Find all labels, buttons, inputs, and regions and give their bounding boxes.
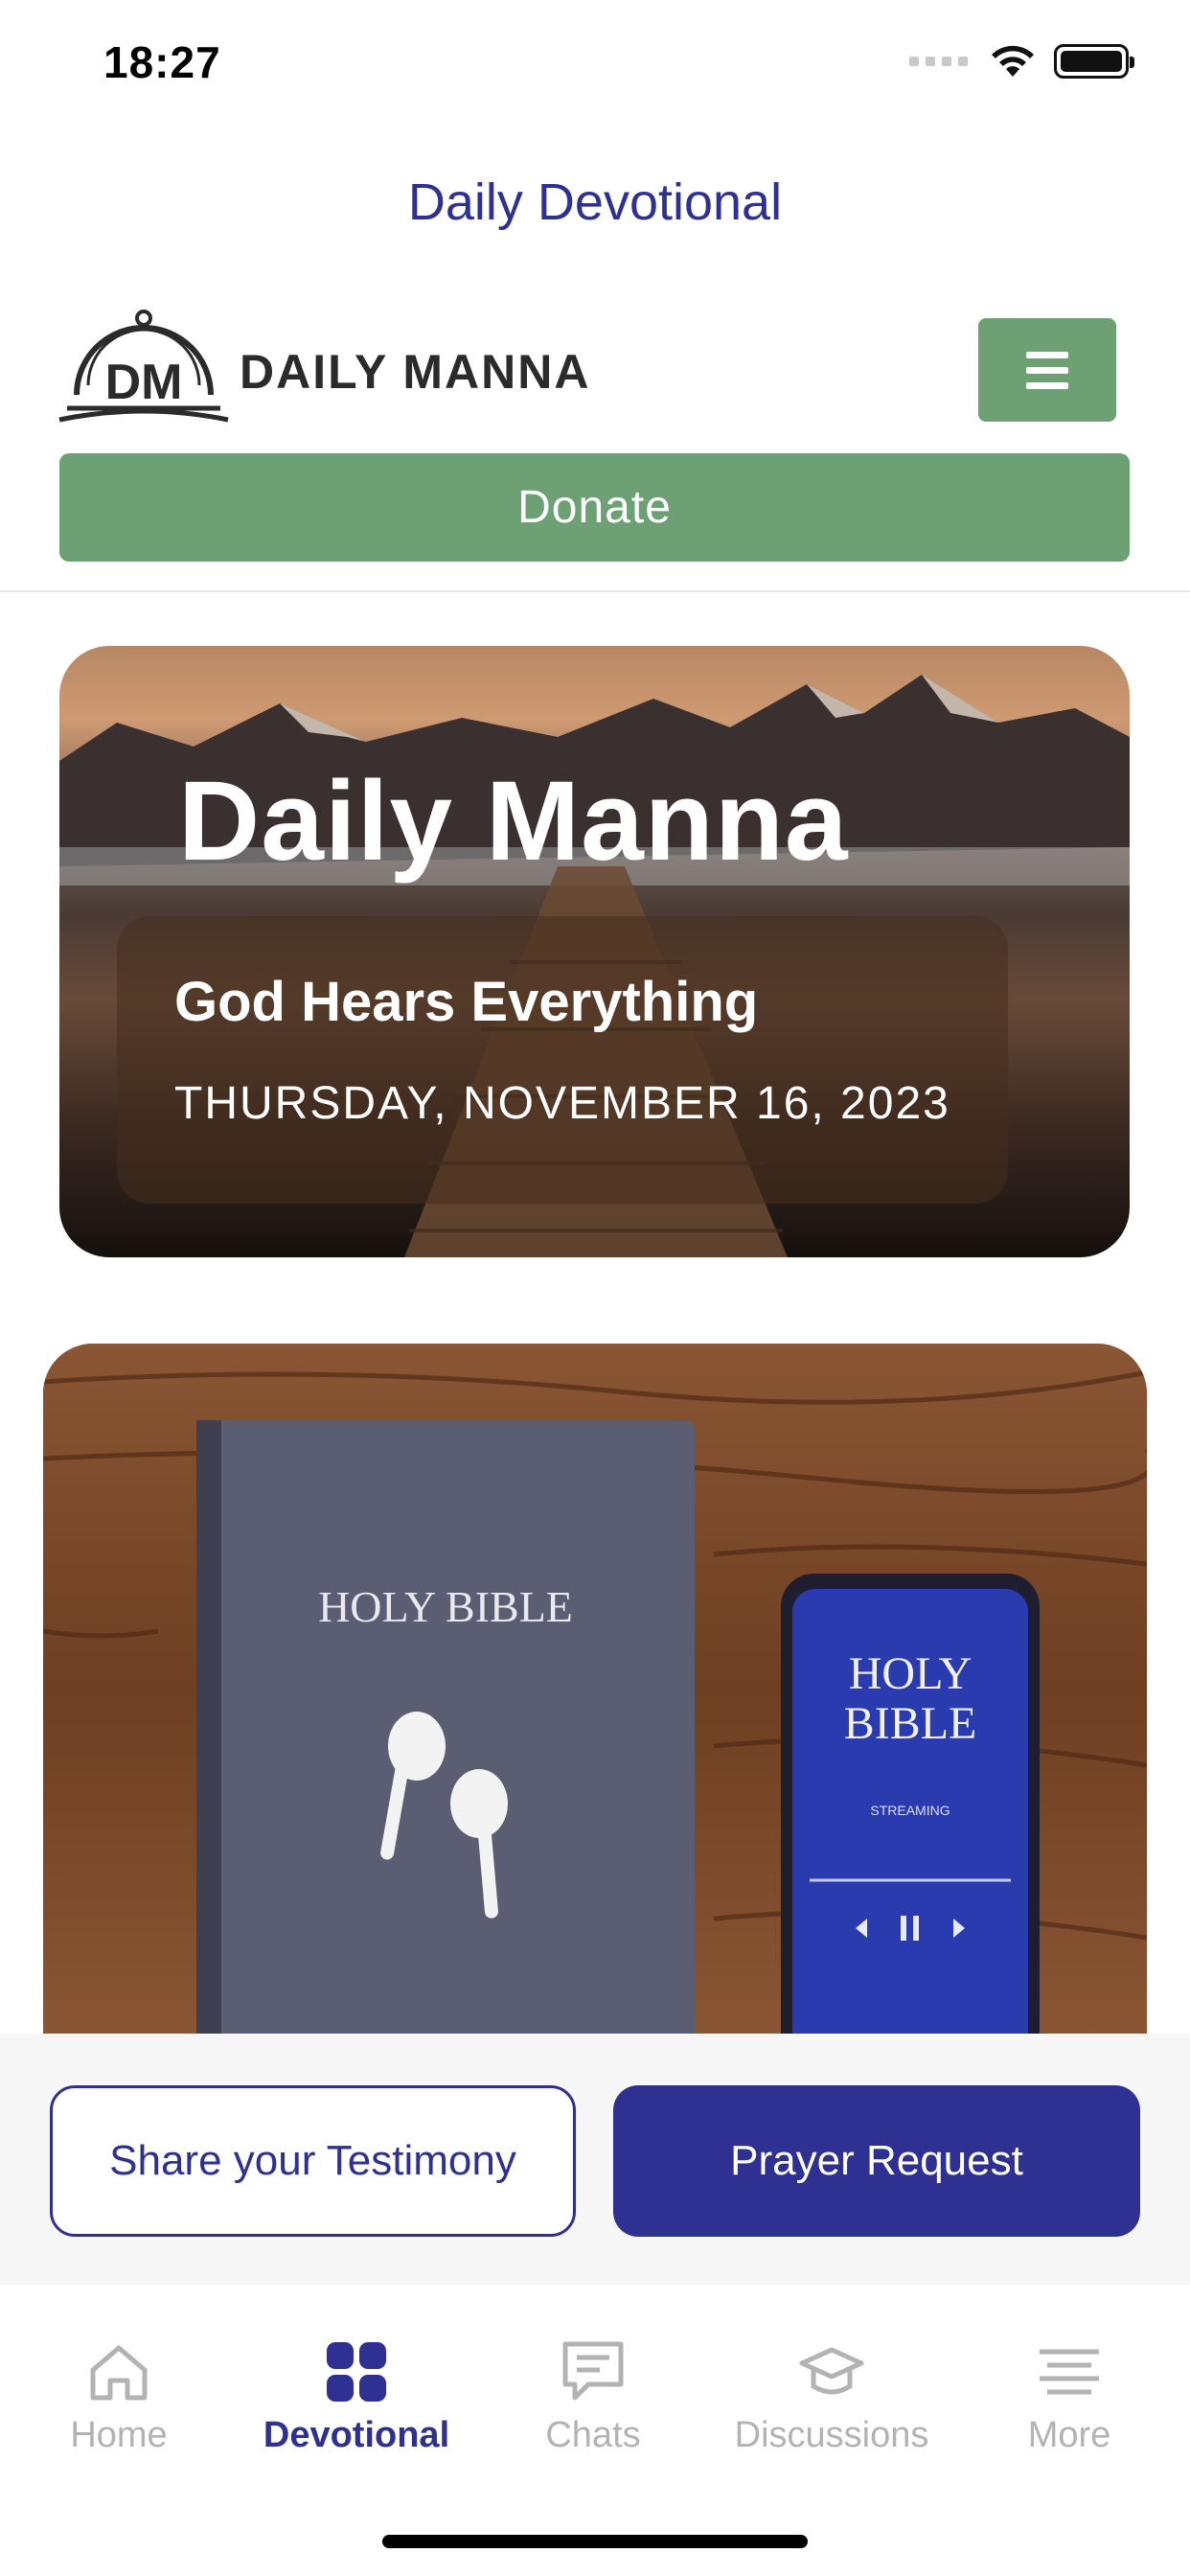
devotional-hero-card[interactable]: Daily Manna God Hears Everything THURSDA… bbox=[59, 646, 1130, 1257]
tab-label-discussions: Discussions bbox=[734, 2415, 929, 2455]
logo-mark-icon: DM bbox=[58, 310, 229, 423]
hero-text-overlay bbox=[117, 916, 1008, 1204]
cellular-signal-icon bbox=[909, 57, 968, 66]
hamburger-menu-button[interactable] bbox=[978, 318, 1116, 422]
bible-and-phone-image: HOLY BIBLE HOLY BIBLE STREAMING bbox=[43, 1344, 1147, 2034]
home-indicator bbox=[382, 2535, 808, 2548]
tab-more[interactable]: More bbox=[964, 2338, 1175, 2456]
grid-icon bbox=[327, 2342, 386, 2402]
tab-discussions[interactable]: Discussions bbox=[726, 2338, 937, 2456]
menu-lines-icon bbox=[1040, 2349, 1099, 2395]
phone-screen-text-2: BIBLE bbox=[844, 1698, 977, 1749]
daily-manna-logo: DM DAILY MANNA bbox=[57, 307, 590, 431]
tab-label-devotional: Devotional bbox=[263, 2415, 450, 2455]
prayer-request-button[interactable]: Prayer Request bbox=[613, 2085, 1140, 2237]
tab-label-home: Home bbox=[70, 2415, 168, 2455]
audio-bible-card[interactable]: HOLY BIBLE HOLY BIBLE STREAMING bbox=[43, 1344, 1147, 2034]
status-time: 18:27 bbox=[103, 37, 221, 87]
logo-mark-text: DM bbox=[105, 355, 183, 410]
phone-screen-status: STREAMING bbox=[870, 1803, 950, 1818]
tab-devotional[interactable]: Devotional bbox=[251, 2338, 462, 2456]
battery-icon bbox=[1054, 44, 1134, 79]
status-icons bbox=[909, 44, 1134, 79]
devotional-date: THURSDAY, NOVEMBER 16, 2023 bbox=[174, 1078, 950, 1129]
page-title: Daily Devotional bbox=[407, 173, 783, 231]
donate-button[interactable]: Donate bbox=[59, 453, 1130, 562]
home-icon bbox=[90, 2345, 148, 2401]
tab-label-more: More bbox=[1027, 2415, 1111, 2455]
share-testimony-button[interactable]: Share your Testimony bbox=[50, 2085, 576, 2237]
logo-text: DAILY MANNA bbox=[240, 345, 591, 399]
status-bar: 18:27 bbox=[0, 0, 1190, 134]
bible-cover-text: HOLY BIBLE bbox=[318, 1582, 573, 1631]
tab-home[interactable]: Home bbox=[13, 2338, 224, 2456]
wifi-icon bbox=[992, 45, 1034, 77]
tab-chats[interactable]: Chats bbox=[488, 2338, 698, 2456]
tab-label-chats: Chats bbox=[545, 2415, 641, 2455]
graduation-cap-icon bbox=[799, 2347, 864, 2395]
header-divider bbox=[0, 590, 1190, 592]
phone-screen-text-1: HOLY bbox=[849, 1648, 973, 1699]
devotional-title: God Hears Everything bbox=[174, 971, 759, 1033]
hamburger-icon bbox=[1026, 351, 1068, 358]
hero-title: Daily Manna bbox=[178, 758, 849, 885]
chat-icon bbox=[562, 2341, 624, 2401]
